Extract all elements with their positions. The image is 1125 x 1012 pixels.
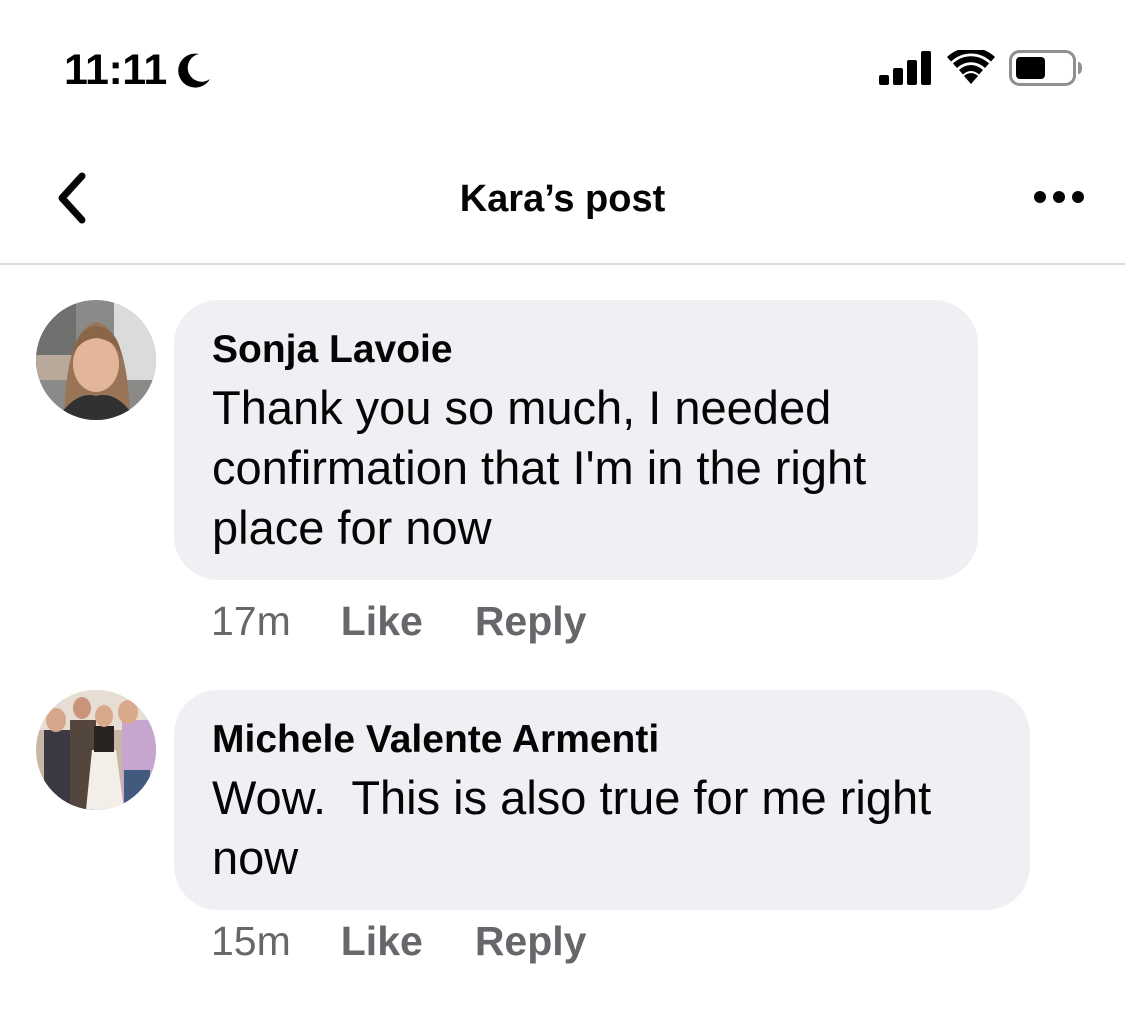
comment-text: Thank you so much, I needed confirmation… <box>212 381 880 554</box>
wifi-icon <box>947 50 995 84</box>
status-time-group: 11:11 <box>64 44 213 96</box>
status-time: 11:11 <box>64 45 167 94</box>
battery-icon <box>1009 50 1082 86</box>
moon-icon <box>177 51 213 89</box>
commenter-name[interactable]: Michele Valente Armenti <box>212 716 994 764</box>
commenter-name[interactable]: Sonja Lavoie <box>212 326 942 374</box>
nav-bar: Kara’s post <box>0 140 1125 265</box>
status-bar: 11:11 <box>0 0 1125 130</box>
comment-actions: 15m Like Reply <box>211 918 586 965</box>
reply-button[interactable]: Reply <box>475 918 587 965</box>
page-title: Kara’s post <box>459 178 666 220</box>
more-options-button[interactable] <box>1029 182 1089 212</box>
comment-timestamp: 15m <box>211 918 291 964</box>
more-dots-icon <box>1034 191 1084 203</box>
comment-text: Wow. This is also true for me right now <box>212 771 945 884</box>
comment-bubble[interactable]: Sonja Lavoie Thank you so much, I needed… <box>174 300 978 580</box>
comment-bubble[interactable]: Michele Valente Armenti Wow. This is als… <box>174 690 1030 910</box>
avatar[interactable] <box>36 300 156 420</box>
reply-button[interactable]: Reply <box>475 598 587 645</box>
comment-timestamp: 17m <box>211 598 291 644</box>
cellular-signal-icon <box>879 51 931 85</box>
avatar[interactable] <box>36 690 156 810</box>
comment-actions: 17m Like Reply <box>211 598 586 645</box>
like-button[interactable]: Like <box>341 598 423 645</box>
like-button[interactable]: Like <box>341 918 423 965</box>
status-indicators <box>879 48 1083 88</box>
